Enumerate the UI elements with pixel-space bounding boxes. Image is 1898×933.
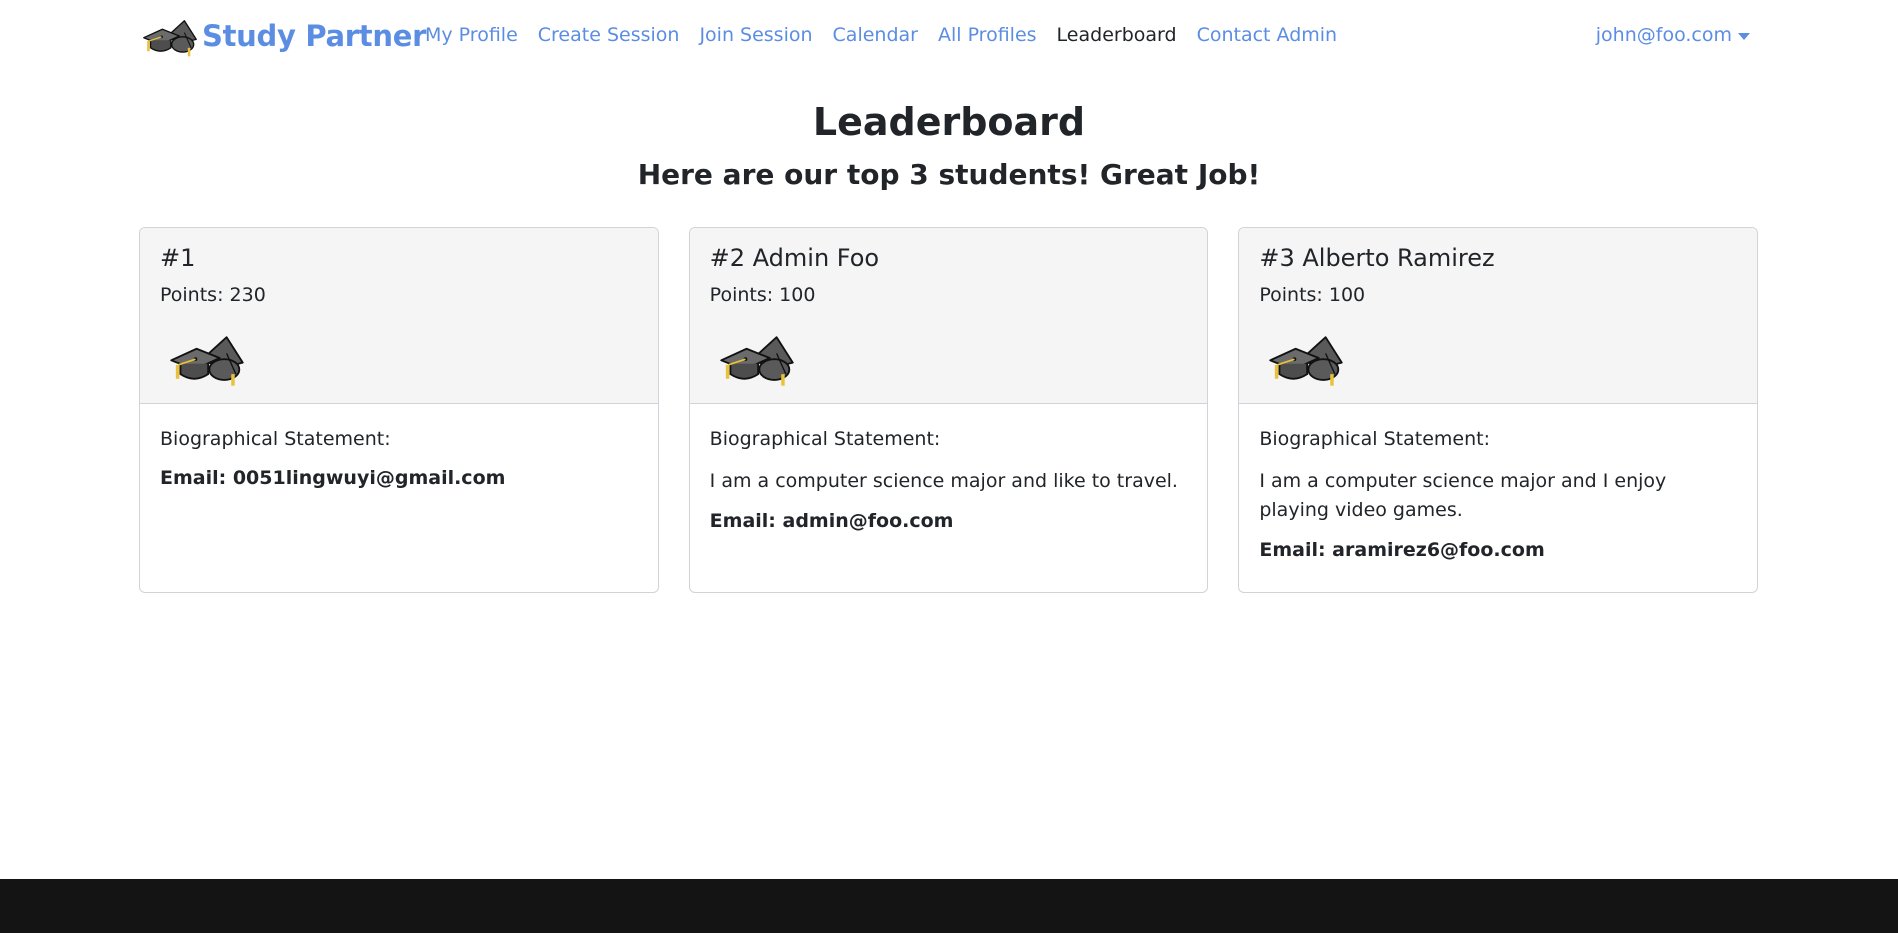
graduation-caps-icon xyxy=(1269,336,1344,387)
nav-create-session[interactable]: Create Session xyxy=(538,24,680,46)
nav-contact-admin[interactable]: Contact Admin xyxy=(1197,24,1338,46)
card-rank: #2 Admin Foo xyxy=(709,244,880,272)
page-title: Leaderboard xyxy=(812,100,1086,144)
nav-my-profile[interactable]: My Profile xyxy=(425,24,518,46)
card-email: Email: 0051lingwuyi@gmail.com xyxy=(160,466,506,489)
card-bio: I am a computer science major and like t… xyxy=(709,469,1178,492)
card-body: Biographical Statement: Email: 0051lingw… xyxy=(140,404,658,489)
navbar: Study Partner My Profile Create Session … xyxy=(0,0,1898,78)
graduation-caps-icon xyxy=(143,20,197,57)
chevron-down-icon xyxy=(1738,32,1750,40)
card-email: Email: admin@foo.com xyxy=(709,510,954,533)
card-body: Biographical Statement: I am a computer … xyxy=(1239,404,1757,561)
card-bio: I am a computer science major and I enjo… xyxy=(1259,469,1667,522)
leaderboard-cards: #1 Points: 230 Biographical Statement: E… xyxy=(139,227,1759,593)
card-email: Email: aramirez6@foo.com xyxy=(1259,539,1545,562)
nav-join-session[interactable]: Join Session xyxy=(699,24,812,46)
graduation-caps-icon xyxy=(719,336,794,387)
card-rank: #1 xyxy=(160,244,196,272)
brand-link[interactable]: Study Partner xyxy=(140,14,426,58)
card-bio-label: Biographical Statement: xyxy=(160,428,391,450)
leaderboard-card: #1 Points: 230 Biographical Statement: E… xyxy=(139,227,659,593)
brand-name: Study Partner xyxy=(202,19,427,53)
card-points: Points: 230 xyxy=(160,283,266,306)
page-subtitle: Here are our top 3 students! Great Job! xyxy=(637,158,1261,191)
nav-all-profiles[interactable]: All Profiles xyxy=(938,24,1037,46)
card-bio-label: Biographical Statement: xyxy=(709,428,941,450)
card-points: Points: 100 xyxy=(1259,283,1366,306)
graduation-caps-icon xyxy=(170,336,244,387)
user-dropdown[interactable]: john@foo.com xyxy=(1596,24,1750,46)
card-header: #2 Admin Foo Points: 100 xyxy=(689,228,1208,404)
leaderboard-card: #2 Admin Foo Points: 100 Biographical St… xyxy=(688,227,1209,593)
card-body: Biographical Statement: I am a computer … xyxy=(690,404,1208,532)
nav-leaderboard[interactable]: Leaderboard xyxy=(1057,24,1177,46)
card-header: #1 Points: 230 xyxy=(140,228,658,404)
user-email: john@foo.com xyxy=(1595,24,1732,46)
card-header: #3 Alberto Ramirez Points: 100 xyxy=(1239,228,1758,404)
card-rank: #3 Alberto Ramirez xyxy=(1259,244,1495,272)
footer xyxy=(0,879,1898,933)
card-bio-label: Biographical Statement: xyxy=(1259,428,1490,450)
leaderboard-card: #3 Alberto Ramirez Points: 100 Biographi… xyxy=(1238,227,1759,593)
nav-calendar[interactable]: Calendar xyxy=(833,24,918,46)
nav-links: My Profile Create Session Join Session C… xyxy=(425,24,1357,46)
card-points: Points: 100 xyxy=(709,283,816,306)
